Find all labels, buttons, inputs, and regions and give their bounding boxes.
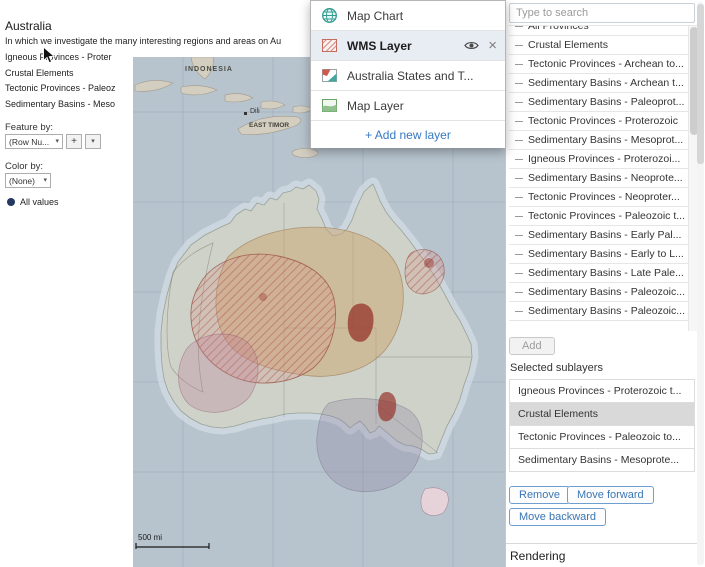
sublayer-option[interactable]: Sedimentary Basins - Mesoprot... [509,131,699,150]
chevron-down-icon: ▾ [43,177,47,184]
legend-items: Igneous Provinces - Proter Crustal Eleme… [5,50,131,112]
feature-by-value: (Row Nu... [9,137,49,147]
section-divider [506,543,699,544]
rendering-section-header[interactable]: Rendering [510,549,565,563]
sublayer-option[interactable]: Tectonic Provinces - Proterozoic [509,112,699,131]
tree-connector-icon [515,64,523,65]
tree-connector-icon [515,45,523,46]
sublayer-option[interactable]: Sedimentary Basins - Neoprote... [509,169,699,188]
tree-connector-icon [515,235,523,236]
layer-item-wms-layer[interactable]: WMS Layer × [311,31,505,61]
layer-item-label: Map Chart [347,9,497,23]
layer-item-label: Map Layer [347,99,497,113]
move-backward-button[interactable]: Move backward [509,508,606,526]
all-values-legend-entry[interactable]: All values [7,197,59,207]
page-title: Australia [5,19,52,33]
selected-sublayers-label: Selected sublayers [510,362,603,374]
sublayer-option[interactable]: Sedimentary Basins - Early to L... [509,245,699,264]
legend-panel: Igneous Provinces - Proter Crustal Eleme… [0,0,133,567]
feature-layer-icon [321,67,338,84]
map-label-indonesia: INDONESIA [185,66,233,73]
layer-item-label: Australia States and T... [347,69,497,83]
city-marker-dili [244,112,247,115]
add-feature-button[interactable]: + [66,134,82,149]
search-input[interactable] [509,3,695,23]
selected-sublayer-row[interactable]: Sedimentary Basins - Mesoprote... [510,449,694,472]
application-window: INDONESIA Dili EAST TIMOR 500 mi Igneous… [0,0,705,567]
sublayer-option[interactable]: Tectonic Provinces - Paleozoic t... [509,207,699,226]
selected-sublayer-row[interactable]: Igneous Provinces - Proterozoic t... [510,380,694,403]
tree-connector-icon [515,197,523,198]
sublayer-option[interactable]: Sedimentary Basins - Paleozoic... [509,302,699,321]
layer-item-map-layer[interactable]: Map Layer [311,91,505,121]
feature-by-label: Feature by: [5,122,53,133]
all-values-label: All values [20,197,59,207]
sublayer-option[interactable]: Sedimentary Basins - Paleoprot... [509,93,699,112]
legend-item: Sedimentary Basins - Meso [5,97,131,113]
wms-layer-icon [321,37,338,54]
feature-options-button[interactable]: ▾ [85,134,101,149]
color-by-value: (None) [9,176,35,186]
tree-connector-icon [515,102,523,103]
sublayer-option[interactable]: Sedimentary Basins - Early Pal... [509,226,699,245]
move-forward-button[interactable]: Move forward [567,486,654,504]
scrollbar-thumb[interactable] [697,4,704,164]
tree-connector-icon [515,140,523,141]
panel-scrollbar[interactable] [697,2,704,565]
sublayer-option[interactable]: All Provinces [509,25,699,36]
sublayer-option[interactable]: Sedimentary Basins - Archean t... [509,74,699,93]
tree-connector-icon [515,83,523,84]
selected-sublayer-row[interactable]: Crustal Elements [510,403,694,426]
sublayer-option[interactable]: Sedimentary Basins - Late Pale... [509,264,699,283]
map-label-dili: Dili [250,108,260,115]
legend-item: Igneous Provinces - Proter [5,50,131,66]
sublayer-option[interactable]: Crustal Elements [509,36,699,55]
tree-connector-icon [515,26,523,27]
map-chart-icon [321,7,338,24]
feature-by-dropdown[interactable]: (Row Nu... ▾ [5,134,63,149]
tree-connector-icon [515,121,523,122]
tree-connector-icon [515,273,523,274]
tree-connector-icon [515,178,523,179]
add-sublayer-button[interactable]: Add [509,337,555,355]
color-swatch-dot [7,198,15,206]
tree-connector-icon [515,254,523,255]
layers-popup: Map Chart WMS Layer × [310,0,506,148]
selected-sublayers-list: Igneous Provinces - Proterozoic t... Cru… [509,379,695,472]
color-by-label: Color by: [5,161,43,172]
wms-settings-panel: All Provinces Crustal Elements Tectonic … [505,0,705,567]
tree-connector-icon [515,159,523,160]
close-icon[interactable]: × [488,38,497,53]
chevron-down-icon: ▾ [91,138,95,145]
selected-sublayer-row[interactable]: Tectonic Provinces - Paleozoic to... [510,426,694,449]
tree-connector-icon [515,311,523,312]
legend-item: Crustal Elements [5,66,131,82]
tree-connector-icon [515,292,523,293]
layer-item-map-chart[interactable]: Map Chart [311,1,505,31]
add-new-layer-link[interactable]: + Add new layer [311,121,505,148]
tree-connector-icon [515,216,523,217]
sublayer-option[interactable]: Sedimentary Basins - Paleozoic... [509,283,699,302]
available-sublayers-list: All Provinces Crustal Elements Tectonic … [509,25,699,331]
remove-button[interactable]: Remove [509,486,570,504]
chevron-down-icon: ▾ [55,138,59,145]
layer-item-feature-layer[interactable]: Australia States and T... [311,61,505,91]
visibility-eye-icon[interactable] [464,40,479,51]
layer-item-label: WMS Layer [347,39,464,53]
sublayer-option[interactable]: Tectonic Provinces - Archean to... [509,55,699,74]
page-subtitle: In which we investigate the many interes… [5,36,308,46]
map-label-east-timor: EAST TIMOR [249,122,289,129]
scale-bar-label: 500 mi [138,533,162,542]
mouse-cursor [42,46,55,70]
color-by-dropdown[interactable]: (None) ▾ [5,173,51,188]
sublayer-option[interactable]: Igneous Provinces - Proterozoi... [509,150,699,169]
legend-item: Tectonic Provinces - Paleoz [5,81,131,97]
sublayer-option[interactable]: Tectonic Provinces - Neoproter... [509,188,699,207]
map-layer-icon [321,97,338,114]
